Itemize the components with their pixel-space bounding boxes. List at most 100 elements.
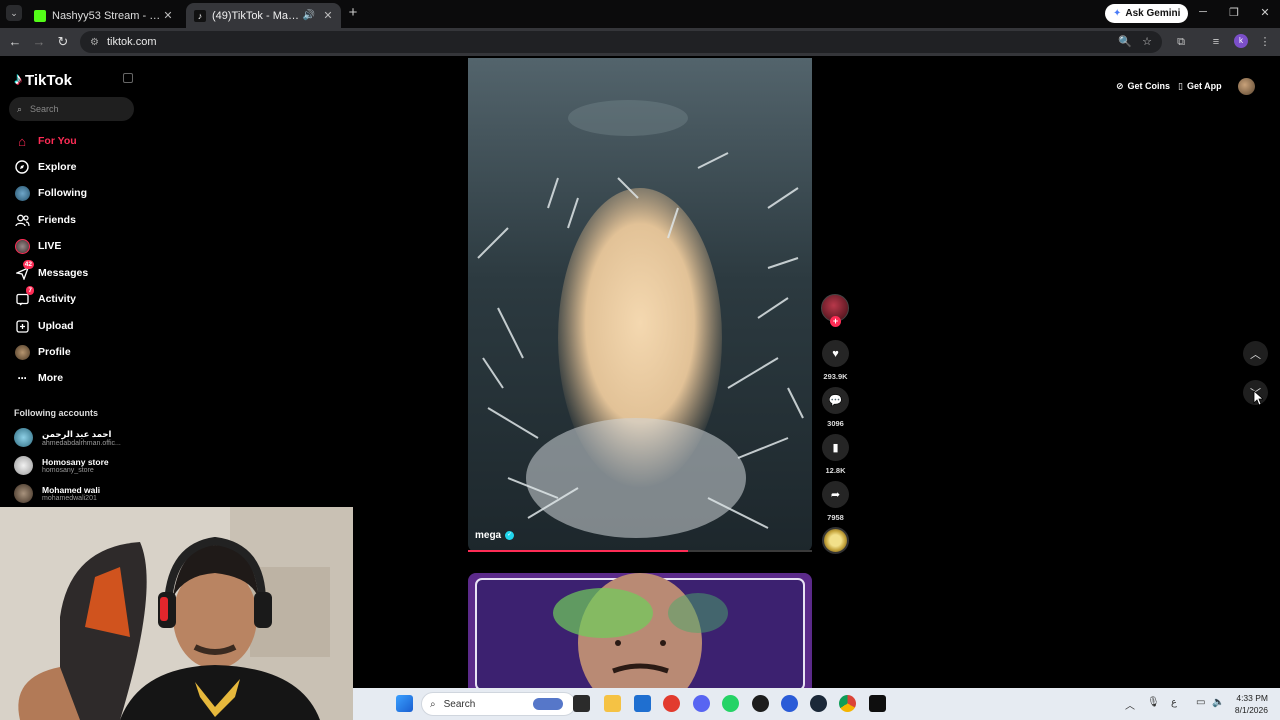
browser-tab-kick[interactable]: Nashyy53 Stream - Watch Live o ✕ [26, 3, 181, 28]
back-icon[interactable]: ← [7, 34, 23, 50]
save-button[interactable]: ▮ [822, 434, 849, 461]
profile-avatar-icon [14, 344, 30, 360]
search-icon: ⌕ [430, 698, 436, 710]
new-tab-button[interactable]: + [346, 5, 360, 20]
chrome-icon[interactable] [839, 695, 856, 712]
upload-icon [14, 318, 30, 334]
ask-gemini-button[interactable]: ✦ Ask Gemini [1105, 4, 1189, 23]
share-button[interactable]: ➦ [822, 481, 849, 508]
compass-icon [14, 159, 30, 175]
gemini-sparkle-icon: ✦ [1113, 8, 1122, 19]
account-handle: homosany_store [42, 467, 94, 474]
windows-taskbar: ⌕ Search ︿ 🎙 ع ▭ 🔈 4:33 PM 8/1/2026 [353, 688, 1280, 720]
chrome-menu-icon[interactable]: ⋮ [1257, 34, 1273, 50]
nav-profile[interactable]: Profile [14, 344, 71, 360]
clock-time: 4:33 PM [1236, 693, 1268, 703]
following-account[interactable]: احمد عبد الرحمن ahmedabdalrhman.offic... [14, 428, 121, 447]
restore-icon[interactable]: ❐ [1226, 6, 1242, 19]
task-view-icon[interactable] [573, 695, 590, 712]
browser-tab-strip: ⌄ Nashyy53 Stream - Watch Live o ✕ ♪ (49… [0, 0, 1280, 28]
browser-profile-avatar[interactable]: k [1234, 34, 1248, 48]
next-video-preview[interactable] [468, 573, 812, 690]
following-avatar-icon [14, 185, 30, 201]
nav-live[interactable]: LIVE [14, 238, 61, 254]
like-button[interactable]: ♥ [822, 340, 849, 367]
tray-overflow-icon[interactable]: ︿ [1125, 697, 1135, 712]
address-bar[interactable]: ⚙ tiktok.com [80, 31, 1162, 53]
phone-icon: ▯ [1178, 80, 1183, 91]
following-account[interactable]: Mohamed wali mohamedwali201 [14, 484, 100, 503]
obs-icon[interactable] [752, 695, 769, 712]
terminal-app-icon[interactable] [869, 695, 886, 712]
tab-search-button[interactable]: ⌄ [6, 5, 22, 21]
nav-messages[interactable]: 42 Messages [14, 260, 88, 281]
music-disc-icon[interactable] [822, 527, 849, 554]
nav-activity[interactable]: 7 Activity [14, 286, 76, 307]
browser-tab-tiktok[interactable]: ♪ (49)TikTok - Make Your Day 🔊 ✕ [186, 3, 341, 28]
tab-title: (49)TikTok - Make Your Day [212, 9, 303, 22]
app-icon[interactable] [663, 695, 680, 712]
comment-button[interactable]: 💬 [822, 387, 849, 414]
nav-friends[interactable]: Friends [14, 212, 76, 228]
close-window-icon[interactable]: ✕ [1257, 6, 1273, 19]
store-icon[interactable] [634, 695, 651, 712]
next-video-frame [468, 573, 812, 690]
close-tab-icon[interactable]: ✕ [161, 9, 175, 22]
extensions-icon[interactable]: ⧉ [1173, 34, 1189, 50]
zoom-icon[interactable]: 🔍 [1117, 34, 1133, 50]
nav-label: Profile [38, 346, 71, 358]
search-input[interactable]: ⌕ Search [9, 97, 134, 121]
search-highlight-icon [533, 698, 563, 710]
nav-explore[interactable]: Explore [14, 159, 77, 175]
file-explorer-icon[interactable] [604, 695, 621, 712]
browser-toolbar: ← → ↻ ⚙ tiktok.com 🔍 ☆ ⧉ ≡ ⋮ [0, 28, 1280, 56]
bookmark-icon: ▮ [832, 442, 839, 454]
nav-upload[interactable]: Upload [14, 318, 74, 334]
video-frame [468, 58, 812, 552]
nav-for-you[interactable]: ⌂ For You [14, 133, 77, 149]
account-handle: mohamedwali201 [42, 495, 97, 502]
save-count: 12.8K [825, 466, 846, 475]
windows-start-icon[interactable] [396, 695, 413, 712]
taskbar-clock[interactable]: 4:33 PM 8/1/2026 [1228, 692, 1268, 716]
whatsapp-icon[interactable] [722, 695, 739, 712]
input-language-indicator[interactable]: ع [1171, 697, 1177, 708]
video-author[interactable]: mega ✓ [475, 530, 515, 541]
video-player[interactable] [468, 58, 812, 552]
account-name: Mohamed wali [42, 485, 101, 495]
tiktok-logo[interactable]: ♪ TikTok [14, 71, 72, 89]
bookmark-star-icon[interactable]: ☆ [1139, 34, 1155, 50]
following-account[interactable]: Homosany store homosany_store [14, 456, 109, 475]
video-progress-bar[interactable] [468, 550, 812, 552]
previous-video-button[interactable]: ︿ [1243, 341, 1268, 366]
account-handle: ahmedabdalrhman.offic... [42, 439, 121, 447]
network-icon[interactable]: ▭ [1196, 697, 1205, 708]
user-avatar[interactable] [1238, 78, 1255, 95]
more-icon: ··· [17, 371, 28, 385]
get-coins-button[interactable]: ⊘ Get Coins [1116, 77, 1170, 95]
ea-icon[interactable] [781, 695, 798, 712]
follow-plus-icon[interactable]: + [830, 316, 841, 327]
microphone-icon[interactable]: 🎙 [1147, 697, 1160, 708]
site-info-icon[interactable]: ⚙ [90, 37, 99, 48]
volume-icon[interactable]: 🔈 [1212, 697, 1224, 708]
close-tab-icon[interactable]: ✕ [321, 9, 335, 22]
reload-icon[interactable]: ↻ [55, 34, 71, 50]
collapse-sidebar-icon[interactable] [123, 73, 133, 83]
messages-badge: 42 [22, 260, 34, 269]
nav-label: LIVE [38, 240, 62, 252]
mouse-cursor-icon [1253, 390, 1263, 406]
tiktok-note-icon: ♪ [14, 71, 22, 88]
media-controls-icon[interactable]: ≡ [1208, 34, 1224, 50]
verified-icon: ✓ [505, 531, 515, 540]
discord-icon[interactable] [693, 695, 710, 712]
search-icon: ⌕ [17, 103, 23, 114]
speaker-icon[interactable]: 🔊 [303, 10, 315, 21]
steam-icon[interactable] [810, 695, 827, 712]
forward-icon[interactable]: → [31, 34, 47, 50]
minimize-icon[interactable]: ─ [1195, 6, 1211, 18]
account-avatar [14, 428, 33, 447]
nav-more[interactable]: ··· More [14, 370, 64, 386]
get-app-button[interactable]: ▯ Get App [1178, 77, 1222, 95]
nav-following[interactable]: Following [14, 185, 87, 201]
